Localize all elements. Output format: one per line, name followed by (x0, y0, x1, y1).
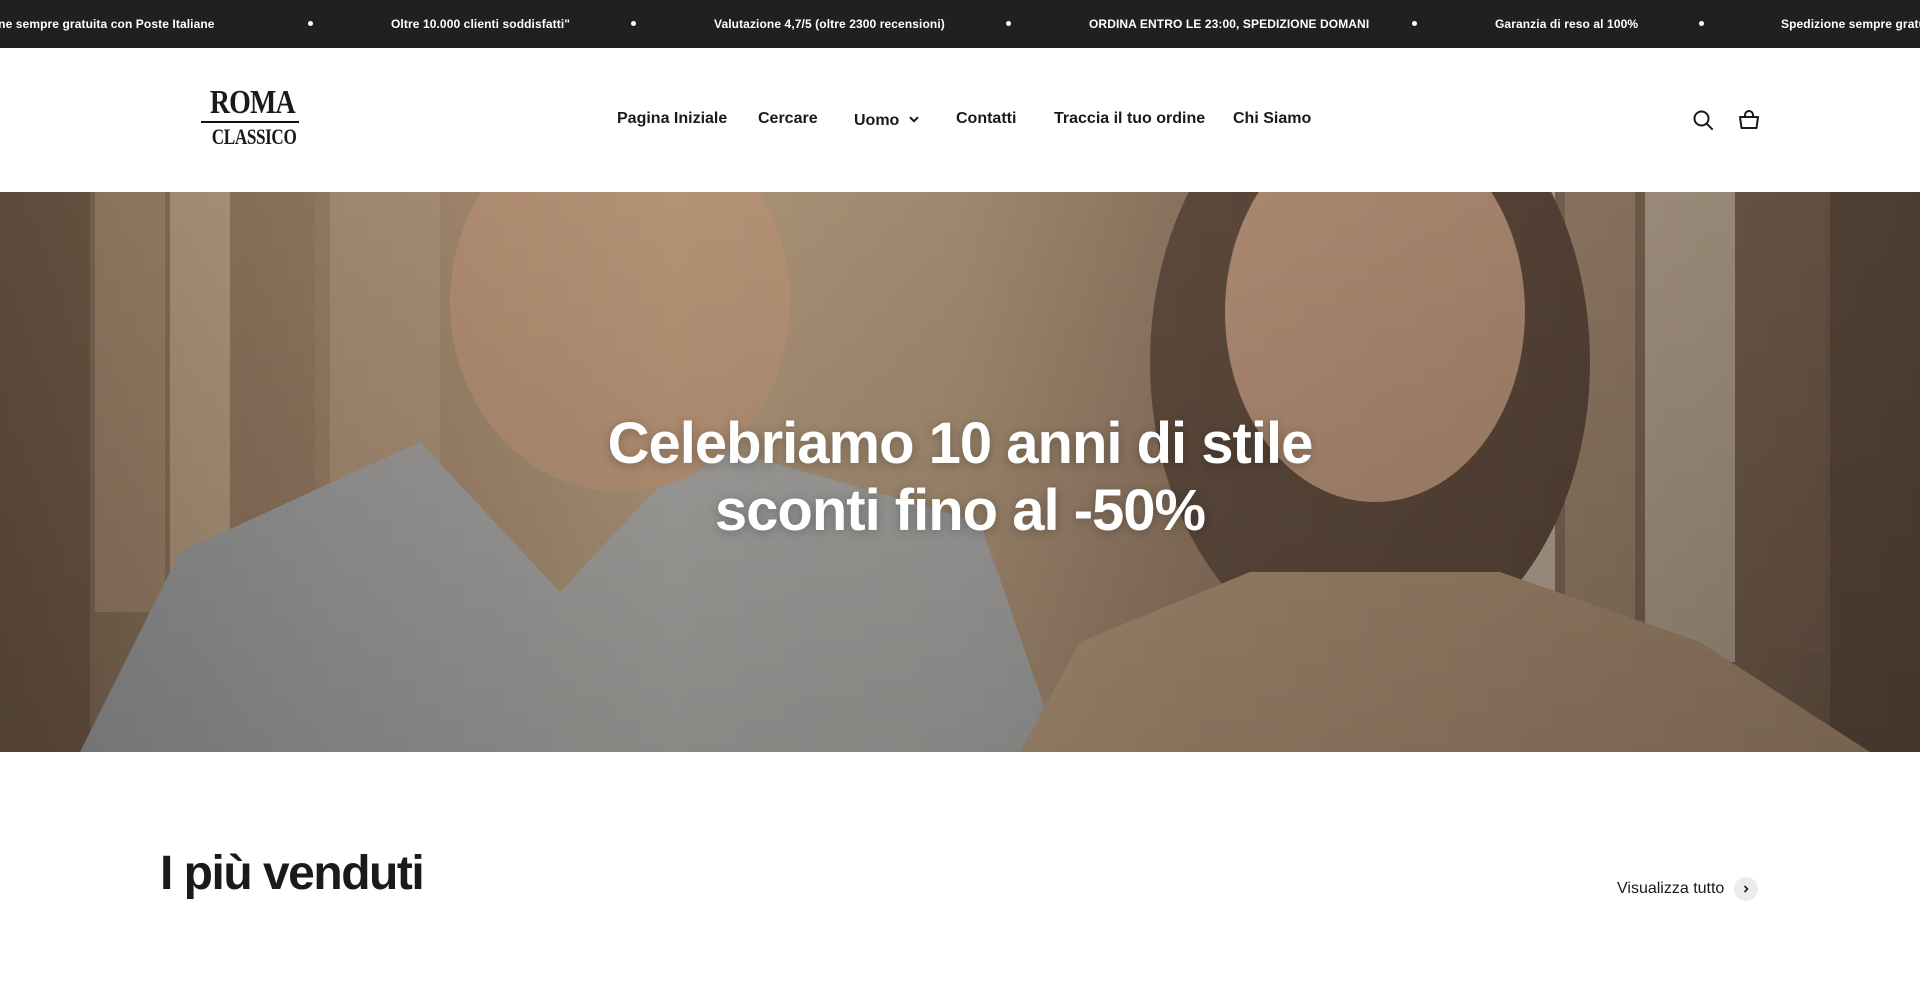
cart-icon[interactable] (1737, 108, 1761, 132)
nav-item-chi-siamo[interactable]: Chi Siamo (1233, 110, 1311, 128)
logo[interactable]: ROMA CLASSICO (201, 86, 299, 156)
chevron-down-icon (909, 110, 920, 128)
announcement-message: ORDINA ENTRO LE 23:00, SPEDIZIONE DOMANI (1089, 17, 1370, 31)
announcement-message: Valutazione 4,7/5 (oltre 2300 recensioni… (714, 17, 945, 31)
logo-line-classico: CLASSICO (211, 124, 297, 149)
site-header: ROMA CLASSICO Pagina Iniziale Cercare Uo… (0, 48, 1920, 192)
nav-item-uomo[interactable]: Uomo (854, 110, 920, 130)
separator-dot (1412, 21, 1417, 26)
separator-dot (308, 21, 313, 26)
view-all-link[interactable]: Visualizza tutto (1617, 877, 1759, 901)
hero-title: Celebriamo 10 anni di stile sconti fino … (0, 410, 1920, 544)
nav-item-home[interactable]: Pagina Iniziale (617, 110, 727, 128)
separator-dot (1006, 21, 1011, 26)
nav-item-traccia-ordine[interactable]: Traccia il tuo ordine (1054, 110, 1205, 128)
logo-line-roma: ROMA (209, 84, 296, 121)
announcement-message: Oltre 10.000 clienti soddisfatti" (391, 17, 571, 31)
announcement-message: Spedizione sempre gratuita con Poste Ita… (0, 17, 215, 31)
announcement-bar: Spedizione sempre gratuita con Poste Ita… (0, 0, 1920, 48)
hero-title-line-2: sconti fino al -50% (714, 478, 1206, 543)
chevron-right-icon (1734, 877, 1759, 901)
separator-dot (1699, 21, 1704, 26)
announcement-message: Garanzia di reso al 100% (1495, 17, 1639, 31)
logo-rule (201, 121, 299, 123)
separator-dot (631, 21, 636, 26)
hero-title-line-1: Celebriamo 10 anni di stile (607, 411, 1314, 476)
nav-item-label: Uomo (854, 112, 900, 129)
search-icon[interactable] (1691, 108, 1715, 132)
announcement-message: Spedizione sempre gratuita con Poste Ita… (1781, 17, 1920, 31)
hero-banner[interactable]: Celebriamo 10 anni di stile sconti fino … (0, 192, 1920, 752)
view-all-label: Visualizza tutto (1617, 880, 1725, 897)
nav-item-search[interactable]: Cercare (758, 110, 818, 128)
nav-item-contatti[interactable]: Contatti (956, 110, 1016, 128)
bestsellers-title: I più venduti (160, 847, 425, 900)
